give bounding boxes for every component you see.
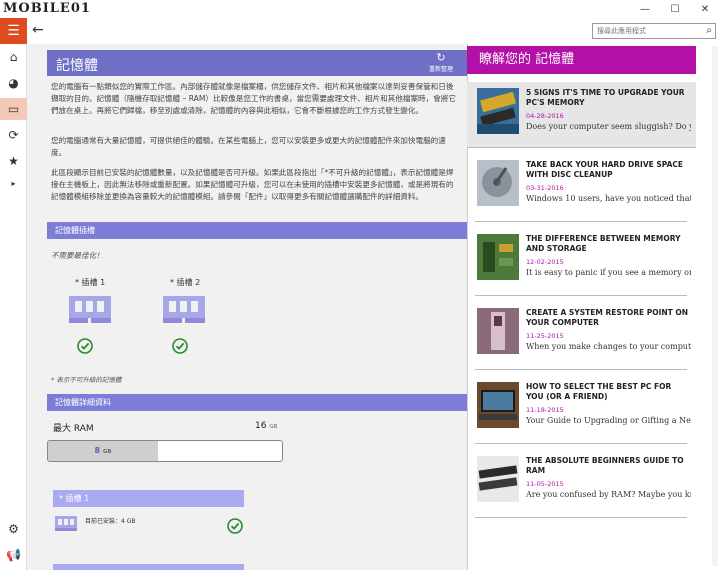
scrollbar[interactable] <box>712 46 718 566</box>
max-ram-value: 16 GB <box>255 421 277 431</box>
max-ram-label: 最大 RAM <box>53 424 94 434</box>
article-item[interactable]: How to Select the Best PC for You (or a … <box>475 376 691 444</box>
check-circle-icon <box>77 338 93 354</box>
hamburger-menu-icon[interactable]: ☰ <box>0 18 27 44</box>
ram-module-icon <box>69 296 111 323</box>
article-date: 04-28-2016 <box>526 112 564 120</box>
check-circle-icon <box>172 338 188 354</box>
ram-module-icon <box>163 296 205 323</box>
installed-ram-number: 8 <box>94 446 101 455</box>
optimization-status: 不需要最佳化！ <box>51 251 104 260</box>
expand-icon[interactable]: ▸ <box>0 172 27 194</box>
slot-1-label: * 插槽 1 <box>75 278 106 287</box>
star-icon[interactable]: ★ <box>0 150 27 172</box>
memory-usage-bar: 8 GB <box>47 440 283 462</box>
article-item[interactable]: Create a System Restore Point on Your Co… <box>475 302 691 370</box>
article-summary: Does your computer seem sluggish? Do yo.… <box>526 122 691 131</box>
intro-paragraph: 您的電腦有一點類似您的實際工作區。內部儲存體就像是檔案櫃，供您儲存文件、相片和其… <box>51 82 457 115</box>
article-title: 5 Signs It's Time to Upgrade Your PC's M… <box>526 88 685 107</box>
details-section-header: 記憶體詳細資料 <box>47 394 467 411</box>
article-summary: Your Guide to Upgrading or Gifting a New… <box>526 416 691 425</box>
article-thumbnail <box>477 382 519 428</box>
article-title: The Difference Between Memory and Storag… <box>526 234 681 253</box>
article-thumbnail <box>477 456 519 502</box>
close-button[interactable]: ✕ <box>690 0 720 18</box>
settings-icon[interactable]: ⚙ <box>0 518 27 540</box>
maximize-button[interactable]: ☐ <box>660 0 690 18</box>
upgrade-footnote: * 表示不可升級的記憶體 <box>51 376 122 384</box>
check-circle-icon <box>227 518 243 534</box>
minimize-button[interactable]: — <box>630 0 660 18</box>
article-title: The Absolute Beginners Guide to RAM <box>526 456 684 475</box>
installed-ram-value: 8 GB <box>48 441 158 461</box>
article-item[interactable]: The Absolute Beginners Guide to RAM 11-0… <box>475 450 691 518</box>
dashboard-icon[interactable]: ◕ <box>0 72 27 94</box>
title-bar: MOBILE01 — ☐ ✕ <box>0 0 720 18</box>
search-input[interactable] <box>593 24 701 38</box>
article-thumbnail <box>477 160 519 206</box>
installed-memory-text: 目前已安裝：4 GB <box>85 518 136 525</box>
article-item[interactable]: The Difference Between Memory and Storag… <box>475 228 691 296</box>
slot-detail-header: * 插槽 1 <box>53 490 244 507</box>
article-summary: Windows 10 users, have you noticed that … <box>526 194 691 203</box>
detail-paragraph: 此區段顯示目前已安裝的記憶體數量，以及記憶體是否可升級。如果此區段指出「*不可升… <box>51 168 454 201</box>
max-ram-number: 16 <box>255 421 267 431</box>
refresh-button[interactable]: ↻ 重新整理 <box>428 51 453 74</box>
home-icon[interactable]: ⌂ <box>0 46 27 68</box>
slots-section-header: 記憶體插槽 <box>47 222 467 239</box>
article-item[interactable]: 5 Signs It's Time to Upgrade Your PC's M… <box>467 82 696 148</box>
app-logo: MOBILE01 <box>3 1 91 16</box>
max-ram-unit: GB <box>269 424 278 430</box>
article-date: 11-05-2015 <box>526 480 564 488</box>
learn-panel: 瞭解您的 記憶體 5 Signs It's Time to Upgrade Yo… <box>467 44 720 570</box>
article-date: 11-18-2015 <box>526 406 564 414</box>
article-title: How to Select the Best PC for You (or a … <box>526 382 672 401</box>
installed-ram-unit: GB <box>102 449 112 455</box>
article-summary: When you make changes to your computer..… <box>526 342 691 351</box>
article-title: Create a System Restore Point on Your Co… <box>526 308 689 327</box>
slot-detail-header-next <box>53 564 244 570</box>
window-controls: — ☐ ✕ <box>630 0 720 18</box>
page-title: 記憶體 <box>56 58 98 74</box>
article-title: Take Back Your Hard Drive Space with Dis… <box>526 160 684 179</box>
ram-module-icon <box>55 516 77 531</box>
article-summary: Are you confused by RAM? Maybe you kno..… <box>526 490 691 499</box>
optimize-icon[interactable]: ⟳ <box>0 124 27 146</box>
back-arrow-icon[interactable]: ← <box>32 22 44 38</box>
info-paragraph: 您的電腦通常有大量記憶體，可提供絕佳的體驗。在某些電腦上，您可以安裝更多或更大的… <box>51 136 446 157</box>
article-date: 12-02-2015 <box>526 258 564 266</box>
main-content: 記憶體 ↻ 重新整理 您的電腦有一點類似您的實際工作區。內部儲存體就像是檔案櫃，… <box>27 44 467 570</box>
refresh-label: 重新整理 <box>428 66 453 73</box>
feedback-icon[interactable]: 📢 <box>0 544 27 566</box>
refresh-icon: ↻ <box>436 51 446 64</box>
search-icon[interactable]: ⌕ <box>706 25 712 36</box>
article-date: 11-25-2015 <box>526 332 564 340</box>
article-thumbnail <box>477 234 519 280</box>
search-box[interactable]: ⌕ <box>592 23 716 39</box>
nav-rail: ⌂ ◕ ▭ ⟳ ★ ▸ ⚙ 📢 <box>0 44 27 570</box>
memory-icon[interactable]: ▭ <box>0 98 27 120</box>
slot-2-label: * 插槽 2 <box>170 278 201 287</box>
article-thumbnail <box>477 308 519 354</box>
article-thumbnail <box>477 88 519 134</box>
article-date: 03-31-2016 <box>526 184 564 192</box>
learn-panel-title: 瞭解您的 記憶體 <box>467 46 696 74</box>
page-header: 記憶體 ↻ 重新整理 <box>47 50 467 76</box>
article-item[interactable]: Take Back Your Hard Drive Space with Dis… <box>475 154 691 222</box>
article-summary: It is easy to panic if you see a memory … <box>526 268 691 277</box>
